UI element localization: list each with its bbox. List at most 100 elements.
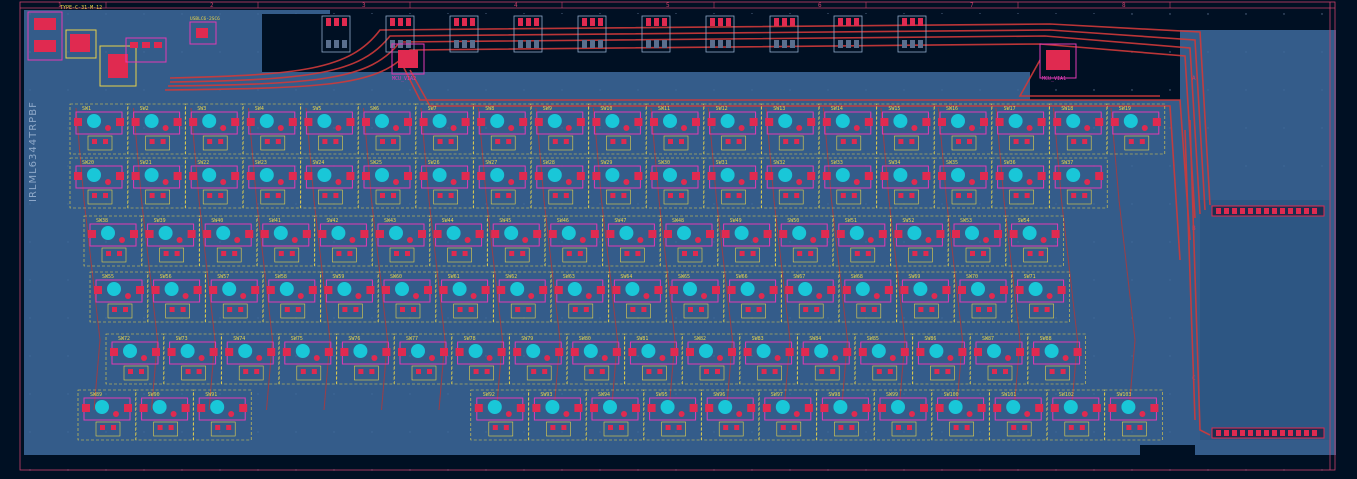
switch-hole [718, 400, 733, 414]
switch-hole [907, 226, 922, 240]
switch-hole [238, 344, 253, 358]
switch-label: SW101 [1001, 392, 1016, 398]
switch-hole [965, 226, 979, 240]
switch-label: SW100 [944, 392, 959, 398]
switch-label: SW3 [197, 106, 206, 112]
switch-label: SW87 [982, 336, 994, 342]
switch-hole [683, 282, 697, 296]
switch-hole [490, 114, 505, 128]
mcu-right-label: MCU_VIA1 [1042, 76, 1066, 82]
switch-hole [814, 344, 829, 358]
switch-hole [123, 344, 137, 358]
switch-hole [259, 168, 274, 182]
switch-hole [547, 114, 562, 128]
switch-label: SW51 [845, 218, 857, 224]
switch-label: SW67 [793, 274, 805, 280]
switch-hole [778, 168, 793, 182]
switch-hole [202, 114, 217, 128]
switch-label: SW61 [448, 274, 460, 280]
switch-label: SW33 [831, 160, 843, 166]
switch-label: SW22 [197, 160, 209, 166]
switch-hole [95, 400, 109, 414]
switch-hole [1044, 344, 1059, 358]
switch-hole [987, 344, 1001, 358]
switch-label: SW45 [499, 218, 511, 224]
switch-label: SW26 [428, 160, 440, 166]
switch-label: SW80 [579, 336, 591, 342]
switch-label: SW49 [730, 218, 742, 224]
switch-hole [1066, 168, 1081, 182]
switch-label: SW44 [442, 218, 454, 224]
switch-label: SW34 [888, 160, 900, 166]
switch-hole [375, 114, 389, 128]
switch-label: SW18 [1061, 106, 1073, 112]
switch-hole [337, 282, 352, 296]
switch-hole [929, 344, 944, 358]
switch-hole [295, 344, 310, 358]
switch-label: SW46 [557, 218, 569, 224]
switch-label: SW79 [521, 336, 533, 342]
switch-hole [951, 168, 965, 182]
switch-hole [699, 344, 713, 358]
side-part-label: IRLML6344TRPBF [28, 101, 39, 202]
switch-hole [101, 226, 115, 240]
switch-hole [1028, 282, 1043, 296]
switch-label: SW39 [154, 218, 166, 224]
switch-hole [1063, 400, 1078, 414]
switch-label: SW92 [483, 392, 495, 398]
switch-label: SW31 [716, 160, 728, 166]
switch-label: SW102 [1059, 392, 1074, 398]
switch-hole [891, 400, 905, 414]
switch-hole [452, 282, 467, 296]
switch-label: SW59 [332, 274, 344, 280]
ruler-number: 2 [210, 2, 214, 9]
esd-label: USBLC6-2SC6 [190, 16, 220, 22]
switch-hole [510, 282, 525, 296]
switch-label: SW88 [1040, 336, 1052, 342]
switch-hole [835, 114, 850, 128]
switch-hole [583, 344, 598, 358]
switch-label: SW90 [148, 392, 160, 398]
switch-hole [222, 282, 237, 296]
switch-label: SW42 [326, 218, 338, 224]
ruler-number: 3 [362, 2, 366, 9]
switch-hole [487, 400, 502, 414]
switch-label: SW89 [90, 392, 102, 398]
switch-label: SW64 [620, 274, 632, 280]
switch-hole [216, 226, 231, 240]
switch-label: SW2 [140, 106, 149, 112]
switch-label: SW17 [1004, 106, 1016, 112]
pcb-layout[interactable]: 1 2 3 4 5 6 7 8ABC TYPE-C-31-M-12 USBLC6-2SC6 [0, 0, 1357, 475]
ruler-number: 7 [970, 2, 974, 9]
switch-hole [504, 226, 519, 240]
switch-label: SW85 [867, 336, 879, 342]
pcb-canvas[interactable]: 12345678ABC TYPE-C-31-M-12 USBLC6-2SC6 M… [0, 0, 1357, 475]
switch-label: SW43 [384, 218, 396, 224]
switch-hole [526, 344, 541, 358]
switch-label: SW98 [828, 392, 840, 398]
switch-hole [432, 114, 447, 128]
switch-label: SW81 [636, 336, 648, 342]
switch-hole [279, 282, 294, 296]
switch-label: SW70 [966, 274, 978, 280]
switch-label: SW83 [752, 336, 764, 342]
switch-label: SW91 [205, 392, 217, 398]
switch-label: SW5 [312, 106, 321, 112]
switch-hole [756, 344, 771, 358]
switch-label: SW65 [678, 274, 690, 280]
switch-label: SW20 [82, 160, 94, 166]
switch-hole [849, 226, 864, 240]
switch-label: SW11 [658, 106, 670, 112]
switch-label: SW48 [672, 218, 684, 224]
switch-label: SW97 [771, 392, 783, 398]
switch-label: SW29 [600, 160, 612, 166]
switch-hole [1022, 226, 1037, 240]
switch-hole [871, 344, 886, 358]
switch-hole [948, 400, 963, 414]
switch-hole [1121, 400, 1136, 414]
switch-label: SW73 [176, 336, 188, 342]
switch-hole [164, 282, 179, 296]
switch-label: SW103 [1116, 392, 1131, 398]
switch-label: SW4 [255, 106, 264, 112]
ruler-number: 6 [818, 2, 822, 9]
